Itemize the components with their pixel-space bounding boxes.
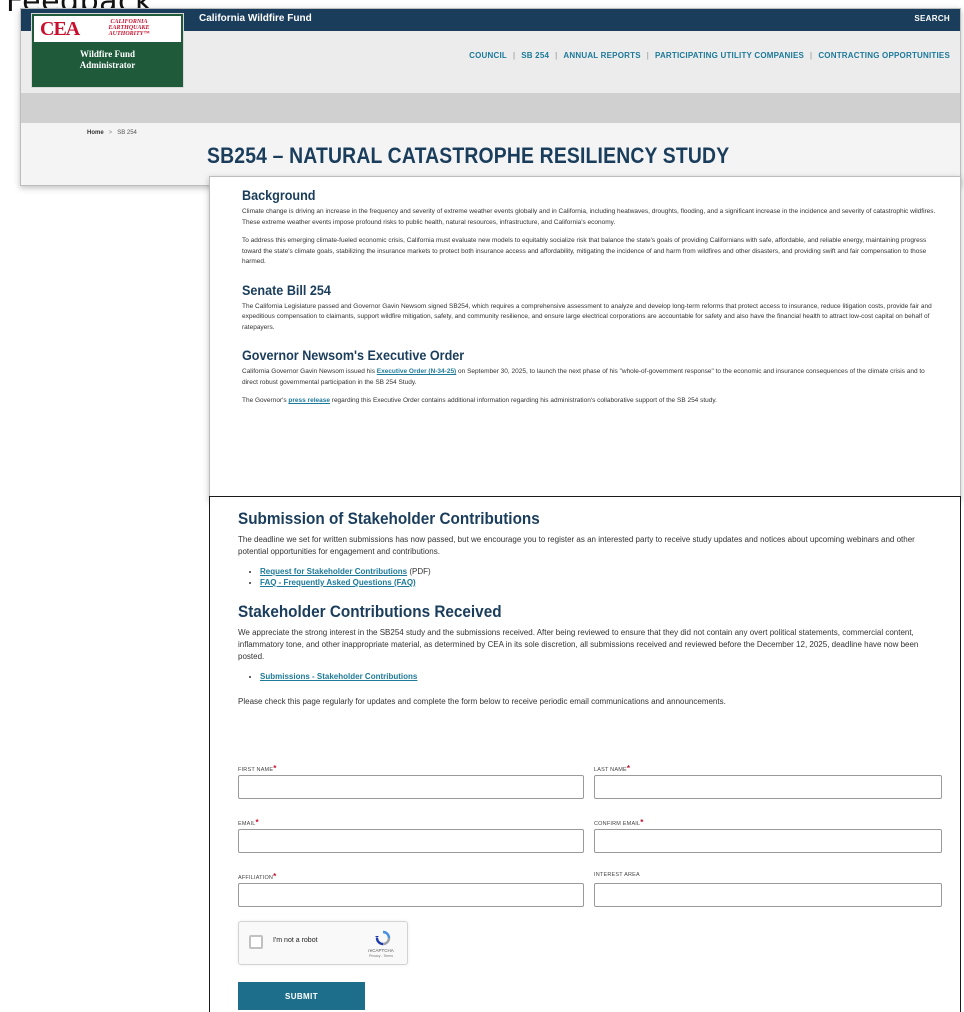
- submission-heading: Submission of Stakeholder Contributions: [238, 509, 540, 528]
- first-name-group: FIRST NAME*: [238, 764, 584, 799]
- breadcrumb-current: SB 254: [117, 130, 137, 136]
- search-link[interactable]: SEARCH: [914, 14, 950, 23]
- eo-text-pre: California Governor Gavin Newsom issued …: [242, 368, 377, 375]
- press-release-link[interactable]: press release: [288, 397, 330, 404]
- recaptcha-widget: I'm not a robot reCAPTCHA Privacy - Term…: [238, 921, 408, 965]
- nav-separator: |: [512, 51, 516, 60]
- logo-cea-text: CEA: [40, 18, 80, 40]
- recaptcha-label: I'm not a robot: [273, 937, 318, 944]
- required-mark: *: [640, 818, 644, 827]
- nav-separator: |: [810, 51, 813, 60]
- required-mark: *: [273, 872, 277, 881]
- nav-links: COUNCIL | SB 254 | ANNUAL REPORTS | PARTICIPAT…: [469, 51, 950, 60]
- request-contributions-link[interactable]: Request for Stakeholder Contributions: [260, 567, 407, 576]
- logo-authority-line: AUTHORITY™: [108, 31, 150, 37]
- executive-order-link[interactable]: Executive Order (N-34-25): [377, 368, 456, 375]
- breadcrumb-home[interactable]: Home: [87, 130, 104, 136]
- required-mark: *: [255, 818, 259, 827]
- form-screenshot: Submission of Stakeholder Contributions …: [209, 496, 961, 1012]
- confirm-email-label: CONFIRM EMAIL*: [594, 818, 942, 827]
- email-label-text: EMAIL: [238, 821, 256, 827]
- press-text-pre: The Governor's: [242, 397, 289, 404]
- content-body: Background Climate change is driving an …: [242, 187, 942, 415]
- affiliation-label: AFFILIATION*: [238, 872, 584, 881]
- interest-area-label-text: INTEREST AREA: [594, 872, 640, 878]
- header-screenshot: California Wildfire Fund SEARCH COUNCIL |…: [20, 8, 961, 186]
- nav-item-participating-utility-companies[interactable]: PARTICIPATING UTILITY COMPANIES: [655, 51, 804, 60]
- last-name-input[interactable]: [594, 775, 942, 799]
- logo-subtitle: Wildfire Fund Administrator: [32, 49, 183, 71]
- list-item: Submissions - Stakeholder Contributions: [260, 671, 946, 682]
- affiliation-group: AFFILIATION*: [238, 872, 584, 907]
- breadcrumb: Home > SB 254: [87, 130, 137, 136]
- required-mark: *: [273, 764, 277, 773]
- nav-item-sb254[interactable]: SB 254: [521, 51, 549, 60]
- breadcrumb-separator: >: [108, 130, 113, 136]
- form-section-body: Submission of Stakeholder Contributions …: [238, 509, 946, 716]
- form-row: AFFILIATION* INTEREST AREA: [238, 872, 942, 918]
- logo-subtitle-line1: Wildfire Fund: [80, 49, 135, 59]
- last-name-label-text: LAST NAME: [594, 767, 627, 773]
- instructions-paragraph: Please check this page regularly for upd…: [238, 697, 726, 706]
- recaptcha-checkbox[interactable]: [249, 935, 263, 949]
- logo-authority-text: CALIFORNIA EARTHQUAKE AUTHORITY™: [94, 19, 164, 37]
- submission-links: Request for Stakeholder Contributions (P…: [238, 566, 946, 588]
- executive-order-paragraph-2: The Governor's press release regarding t…: [242, 396, 942, 407]
- nav-item-annual-reports[interactable]: ANNUAL REPORTS: [563, 51, 640, 60]
- submit-button[interactable]: SUBMIT: [238, 982, 365, 1010]
- background-heading: Background: [242, 187, 316, 203]
- form-row: FIRST NAME* LAST NAME*: [238, 764, 942, 810]
- executive-order-paragraph-1: California Governor Gavin Newsom issued …: [242, 367, 942, 388]
- nav-separator: |: [555, 51, 558, 60]
- nav-separator: |: [646, 51, 650, 60]
- affiliation-label-text: AFFILIATION: [238, 875, 274, 881]
- recaptcha-terms[interactable]: Privacy - Terms: [361, 954, 401, 958]
- senate-bill-paragraph: The California Legislature passed and Go…: [242, 302, 932, 331]
- logo-subtitle-line2: Administrator: [79, 60, 136, 70]
- last-name-group: LAST NAME*: [594, 764, 942, 799]
- list-item: Request for Stakeholder Contributions (P…: [260, 566, 946, 577]
- recaptcha-brand: reCAPTCHA: [368, 948, 394, 953]
- background-paragraph-1: Climate change is driving an increase in…: [242, 208, 936, 226]
- submissions-link[interactable]: Submissions - Stakeholder Contributions: [260, 672, 417, 681]
- form-row: EMAIL* CONFIRM EMAIL*: [238, 818, 942, 864]
- received-paragraph: We appreciate the strong interest in the…: [238, 628, 919, 661]
- press-text-post: regarding this Executive Order contains …: [329, 397, 717, 404]
- last-name-label: LAST NAME*: [594, 764, 942, 773]
- content-screenshot: Background Climate change is driving an …: [209, 176, 961, 500]
- first-name-input[interactable]: [238, 775, 584, 799]
- required-mark: *: [626, 764, 631, 773]
- email-input[interactable]: [238, 829, 584, 853]
- nav-item-contracting-opportunities[interactable]: CONTRACTING OPPORTUNITIES: [818, 51, 950, 60]
- recaptcha-icon: [375, 930, 391, 946]
- submission-paragraph: The deadline we set for written submissi…: [238, 535, 915, 556]
- received-links: Submissions - Stakeholder Contributions: [238, 671, 946, 682]
- logo-top-band: CEA CALIFORNIA EARTHQUAKE AUTHORITY™: [34, 16, 181, 42]
- confirm-email-group: CONFIRM EMAIL*: [594, 818, 942, 853]
- first-name-label-text: FIRST NAME: [238, 767, 274, 773]
- link-note: (PDF): [407, 567, 431, 576]
- site-name[interactable]: California Wildfire Fund: [199, 13, 312, 24]
- list-item: FAQ - Frequently Asked Questions (FAQ): [260, 577, 946, 588]
- interest-area-label: INTEREST AREA: [594, 872, 942, 881]
- page-title: SB254 – NATURAL CATASTROPHE RESILIENCY S…: [207, 143, 730, 168]
- email-label: EMAIL*: [238, 818, 584, 827]
- first-name-label: FIRST NAME*: [238, 764, 584, 773]
- affiliation-input[interactable]: [238, 883, 584, 907]
- interest-area-input[interactable]: [594, 883, 942, 907]
- background-paragraph-2: To address this emerging climate-fueled …: [242, 237, 927, 265]
- executive-order-heading: Governor Newsom's Executive Order: [242, 347, 465, 363]
- interest-area-group: INTEREST AREA: [594, 872, 942, 907]
- confirm-email-input[interactable]: [594, 829, 942, 853]
- received-heading: Stakeholder Contributions Received: [238, 602, 502, 621]
- faq-link[interactable]: FAQ - Frequently Asked Questions (FAQ): [260, 578, 416, 587]
- cea-logo[interactable]: CEA CALIFORNIA EARTHQUAKE AUTHORITY™ Wil…: [31, 13, 184, 88]
- hero-band: [21, 93, 960, 123]
- email-group: EMAIL*: [238, 818, 584, 853]
- confirm-email-label-text: CONFIRM EMAIL: [594, 821, 641, 827]
- senate-bill-heading: Senate Bill 254: [242, 281, 331, 298]
- nav-item-council[interactable]: COUNCIL: [469, 51, 507, 60]
